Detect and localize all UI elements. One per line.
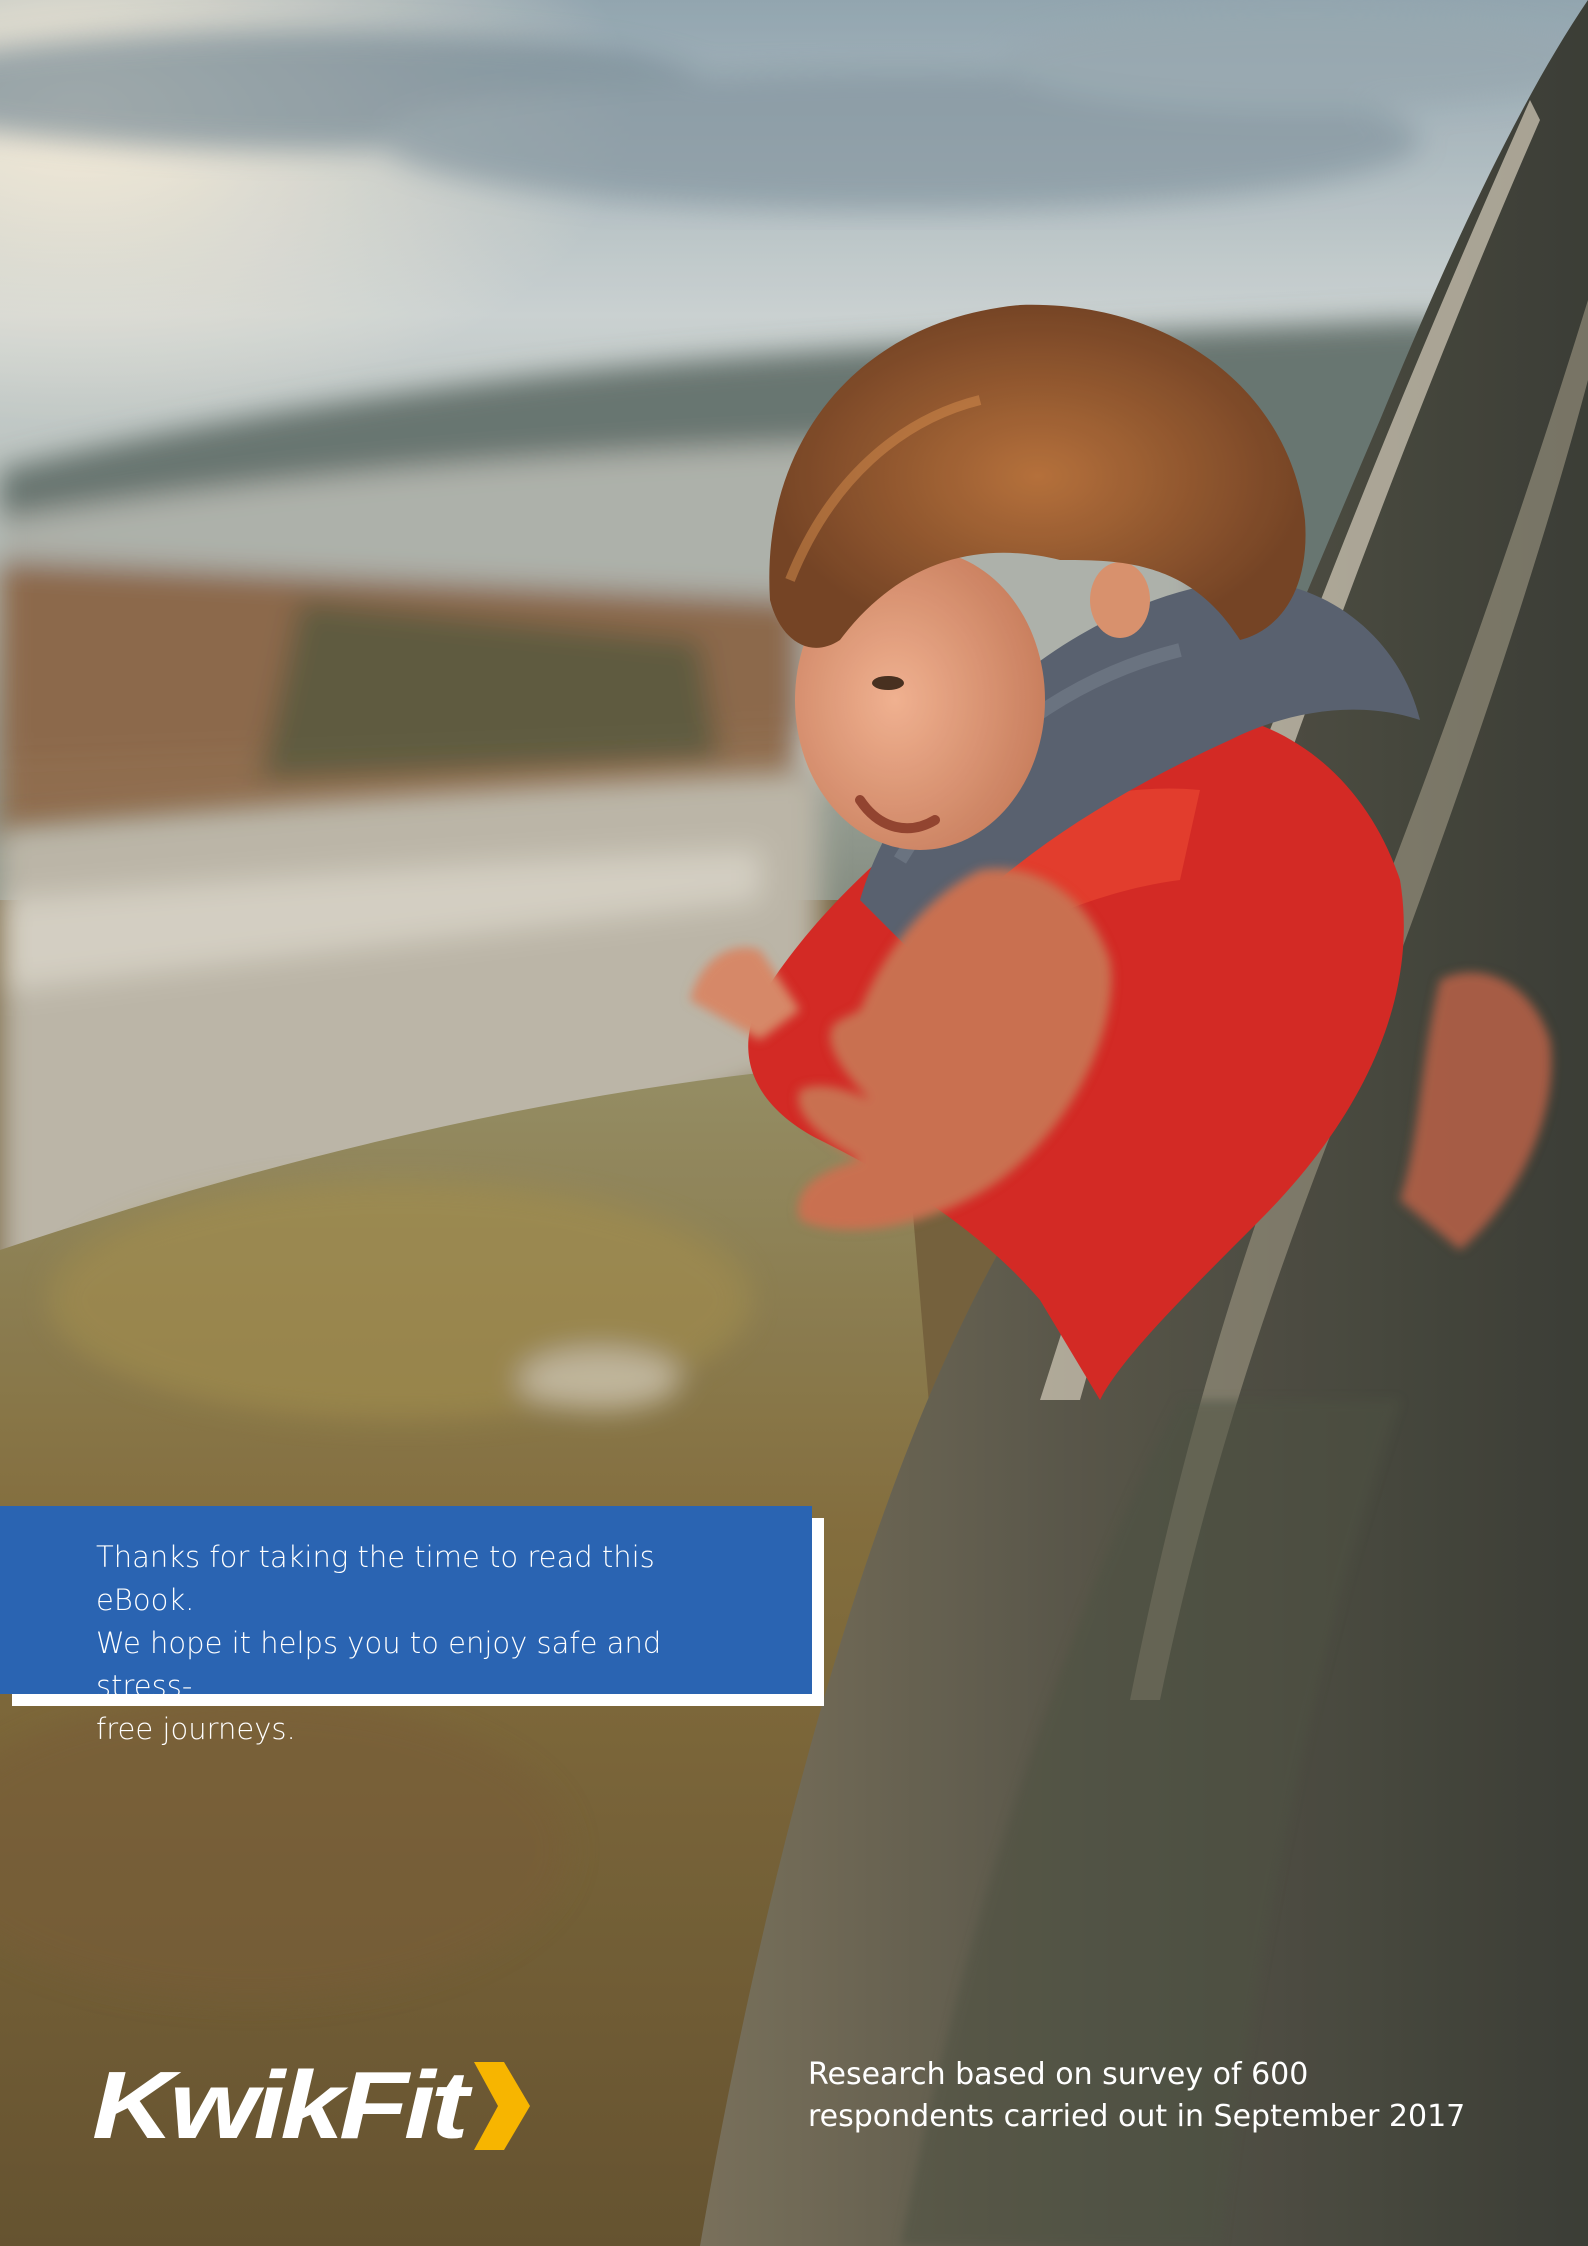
footnote-line: respondents carried out in September 201… bbox=[808, 2099, 1466, 2134]
thank-you-box: Thanks for taking the time to read this … bbox=[0, 1506, 812, 1746]
footnote-line: Research based on survey of 600 bbox=[808, 2057, 1309, 2092]
chevron-right-icon bbox=[474, 2062, 530, 2150]
ebook-back-cover: Thanks for taking the time to read this … bbox=[0, 0, 1588, 2246]
research-footnote: Research based on survey of 600 responde… bbox=[808, 2054, 1528, 2138]
background-photo bbox=[0, 0, 1588, 2246]
kwikfit-logo: KwikFit bbox=[92, 2052, 530, 2159]
thank-you-line: free journeys. bbox=[96, 1712, 296, 1746]
thank-you-line: We hope it helps you to enjoy safe and s… bbox=[96, 1626, 662, 1703]
kwikfit-logo-text: KwikFit bbox=[92, 2052, 474, 2159]
thank-you-line: Thanks for taking the time to read this … bbox=[96, 1540, 655, 1617]
thank-you-message: Thanks for taking the time to read this … bbox=[96, 1536, 756, 1751]
